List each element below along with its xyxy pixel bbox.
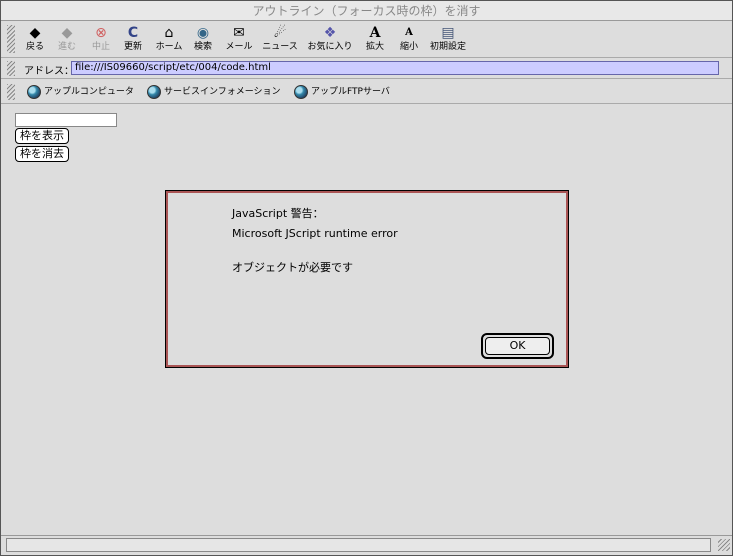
dialog-message: オブジェクトが必要です [232,261,353,274]
stop-icon: ⊗ [95,25,107,41]
resize-grip-icon[interactable] [718,539,730,551]
mail-button[interactable]: ✉ メール [221,25,257,55]
preferences-button[interactable]: ▤ 初期設定 [425,25,471,55]
status-bar [1,535,732,555]
text-larger-button[interactable]: A 拡大 [357,25,393,55]
favorites-button[interactable]: ❖ お気に入り [305,25,355,55]
back-arrow-icon: ◆ [29,25,41,41]
favorites-bar: アップルコンピュータ サービスインフォメーション アップルFTPサーバ [1,80,732,104]
favorite-service-information[interactable]: サービスインフォメーション [147,84,281,100]
dialog-error: Microsoft JScript runtime error [232,227,398,240]
forward-button[interactable]: ◆ 進む [49,25,85,55]
toolbar: ◆ 戻る ◆ 進む ⊗ 中止 C 更新 ⌂ ホーム ◉ 検索 ✉ メール ☄ ニ [1,22,732,58]
stop-button[interactable]: ⊗ 中止 [83,25,119,55]
address-input[interactable]: file:///IS09660/script/etc/004/code.html [71,61,719,75]
globe-icon [147,84,161,99]
preferences-icon: ▤ [441,25,455,41]
globe-icon [27,84,41,99]
refresh-button[interactable]: C 更新 [115,25,151,55]
favorites-folder-icon: ❖ [323,25,337,41]
text-smaller-icon: A [405,27,413,38]
ok-button-frame: OK [481,333,554,359]
globe-icon [294,84,308,99]
address-bar-grip[interactable] [7,61,15,76]
back-button[interactable]: ◆ 戻る [17,25,53,55]
search-button[interactable]: ◉ 検索 [185,25,221,55]
favorites-bar-grip[interactable] [7,84,15,100]
news-icon: ☄ [273,25,287,41]
toolbar-grip[interactable] [7,25,15,53]
show-outline-button[interactable]: 枠を表示 [15,128,69,144]
favorite-apple-computer[interactable]: アップルコンピュータ [27,84,134,100]
mail-icon: ✉ [233,25,245,41]
news-button[interactable]: ☄ ニュース [259,25,301,55]
status-field [6,538,711,552]
text-larger-icon: A [369,25,381,41]
favorite-apple-ftp-server[interactable]: アップルFTPサーバ [294,84,390,100]
address-label: アドレス： [24,66,74,77]
ok-button[interactable]: OK [485,337,550,355]
home-icon: ⌂ [164,25,174,41]
window-title: アウトライン（フォーカス時の枠）を消す [1,1,732,21]
refresh-icon: C [127,25,139,41]
forward-arrow-icon: ◆ [61,25,73,41]
text-field[interactable] [15,113,117,127]
browser-window: アウトライン（フォーカス時の枠）を消す ◆ 戻る ◆ 進む ⊗ 中止 C 更新 … [0,0,733,556]
dialog-title: JavaScript 警告： [232,207,324,220]
javascript-alert-dialog: JavaScript 警告： Microsoft JScript runtime… [165,190,569,368]
hide-outline-button[interactable]: 枠を消去 [15,146,69,162]
home-button[interactable]: ⌂ ホーム [151,25,187,55]
search-globe-icon: ◉ [196,25,210,41]
address-bar: アドレス： file:///IS09660/script/etc/004/cod… [1,59,732,79]
text-smaller-button[interactable]: A 縮小 [391,25,427,55]
